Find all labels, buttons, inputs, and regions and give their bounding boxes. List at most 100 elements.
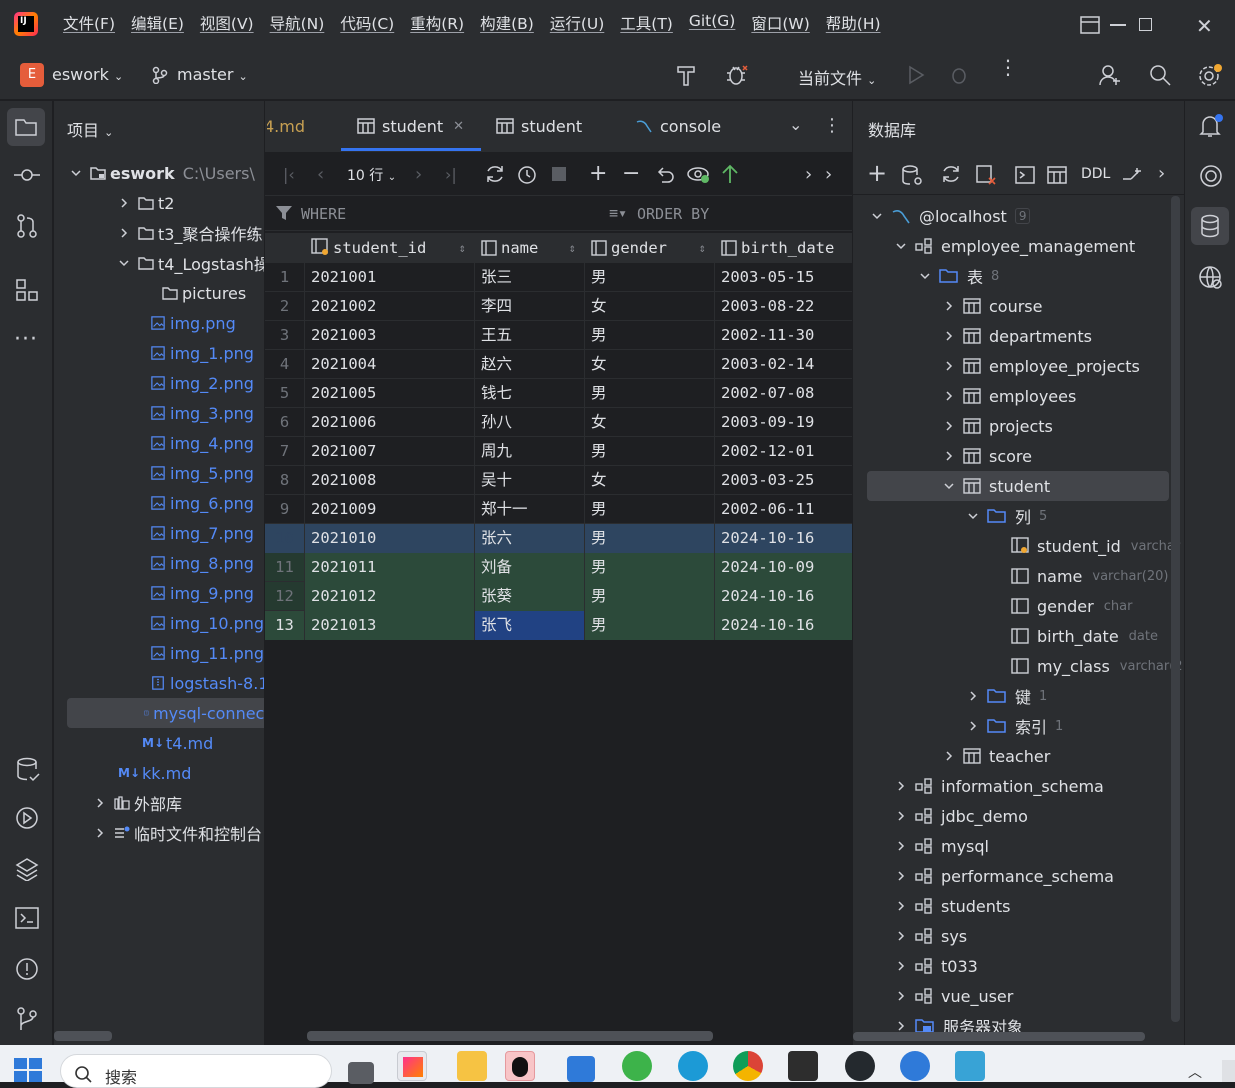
project-tree-item[interactable]: img_6.png [54, 488, 254, 518]
grid-cell[interactable]: 2021010 [305, 524, 475, 553]
column-header[interactable]: student_id ⇕ [305, 233, 475, 262]
menu-item[interactable]: 构建(B) [472, 12, 542, 34]
database-tree-item[interactable]: 索引 1 [853, 711, 1063, 741]
menu-item[interactable]: 窗口(W) [743, 12, 817, 34]
database-tree-item[interactable]: birth_date date [853, 621, 1158, 651]
last-page-icon[interactable]: ›| [445, 165, 457, 184]
project-tree-item[interactable]: logstash-8.15 [54, 668, 264, 698]
grid-cell[interactable]: 男 [585, 263, 715, 292]
column-header[interactable]: birth_date [715, 233, 853, 262]
grid-cell[interactable]: 赵六 [475, 350, 585, 379]
preview-changes-icon[interactable] [687, 164, 711, 184]
table-row[interactable]: 13 2021013 张飞男 2024-10-16 [265, 611, 853, 640]
project-tree-item[interactable]: pictures [54, 278, 246, 308]
git-icon[interactable] [16, 1006, 38, 1032]
prev-icon[interactable]: › [805, 164, 812, 185]
sort-toggle-icon[interactable]: ⇕ [459, 233, 466, 262]
project-tree-item[interactable]: img_7.png [54, 518, 254, 548]
db-horizontal-scrollbar[interactable] [853, 1032, 1145, 1041]
tab-t4-md[interactable]: t4.md [267, 101, 305, 151]
tray-expand-icon[interactable]: ︿ [1188, 1062, 1202, 1082]
database-tree-item[interactable]: projects [853, 411, 1053, 441]
grid-cell[interactable]: 钱七 [475, 379, 585, 408]
database-tool-button[interactable] [1191, 207, 1229, 245]
grid-cell[interactable]: 2024-10-16 [715, 582, 853, 611]
grid-cell[interactable]: 张六 [475, 524, 585, 553]
grid-cell[interactable]: 周九 [475, 437, 585, 466]
project-tree-item[interactable]: img_4.png [54, 428, 254, 458]
grid-cell[interactable]: 2003-09-19 [715, 408, 853, 437]
grid-cell[interactable]: 2021002 [305, 292, 475, 321]
table-row[interactable]: 9 2021009 郑十一男 2002-06-11 [265, 495, 853, 524]
tab-student[interactable]: student [496, 101, 582, 151]
database-tree-item[interactable]: teacher [853, 741, 1050, 771]
database-tree-item[interactable]: t033 [853, 951, 978, 981]
grid-cell[interactable]: 2021005 [305, 379, 475, 408]
grid-cell[interactable]: 男 [585, 582, 715, 611]
database-tree-item[interactable]: information_schema [853, 771, 1104, 801]
refresh-db-icon[interactable] [941, 164, 961, 184]
windows-start-icon[interactable] [14, 1058, 42, 1082]
grid-cell[interactable]: 2021009 [305, 495, 475, 524]
where-input[interactable]: WHERE [301, 205, 346, 223]
database-tree-item[interactable]: sys [853, 921, 967, 951]
settings-gear-icon[interactable] [1197, 63, 1223, 89]
grid-cell[interactable]: 2002-06-11 [715, 495, 853, 524]
tray-icon[interactable] [1222, 1060, 1235, 1082]
project-tree-item[interactable]: mysql-connector [67, 698, 264, 728]
grid-cell[interactable]: 2021004 [305, 350, 475, 379]
project-tree-item[interactable]: img_10.png [54, 608, 264, 638]
disconnect-icon[interactable] [975, 164, 997, 186]
database-changes-icon[interactable] [16, 757, 40, 783]
grid-cell[interactable]: 女 [585, 408, 715, 437]
grid-cell[interactable]: 2021006 [305, 408, 475, 437]
database-tree-item[interactable]: 键1 [853, 681, 1047, 711]
datasource-properties-icon[interactable] [901, 164, 923, 186]
file-explorer-icon[interactable] [457, 1051, 487, 1081]
database-tree-item[interactable]: vue_user [853, 981, 1013, 1011]
menu-item[interactable]: 代码(C) [332, 12, 402, 34]
terminal-taskbar-icon[interactable] [788, 1051, 818, 1081]
project-tree-item[interactable]: 临时文件和控制台 [54, 818, 262, 848]
database-tree-item[interactable]: student_id varchar [853, 531, 1180, 561]
grid-cell[interactable]: 李四 [475, 292, 585, 321]
submit-icon[interactable] [721, 163, 739, 185]
table-row[interactable]: 4 2021004 赵六女 2003-02-14 [265, 350, 853, 379]
run-config-selector[interactable]: 当前文件 ⌄ [798, 65, 876, 89]
layers-icon[interactable] [15, 857, 39, 881]
project-tree-item[interactable]: img_9.png [54, 578, 254, 608]
add-datasource-icon[interactable]: + [867, 159, 887, 187]
project-tree-item[interactable]: M↓ kk.md [54, 758, 191, 788]
database-tree-item[interactable]: students [853, 891, 1011, 921]
database-tree-item[interactable]: score [853, 441, 1032, 471]
grid-cell[interactable]: 吴十 [475, 466, 585, 495]
project-root[interactable]: eswork C:\Users\ [70, 158, 255, 188]
chrome-icon[interactable] [733, 1051, 763, 1081]
grid-cell[interactable]: 2021008 [305, 466, 475, 495]
close-button[interactable]: ✕ [1196, 14, 1213, 38]
close-tab-icon[interactable]: ✕ [453, 119, 464, 134]
database-tree-item[interactable]: course [853, 291, 1042, 321]
github-icon[interactable] [845, 1051, 875, 1081]
notifications-icon[interactable] [1198, 113, 1224, 139]
project-tree-item[interactable]: img_2.png [54, 368, 254, 398]
more-vertical-icon[interactable]: ⋮ [998, 57, 1018, 77]
grid-cell[interactable]: 女 [585, 466, 715, 495]
query-console-icon[interactable] [1015, 166, 1035, 184]
grid-horizontal-scrollbar[interactable] [307, 1031, 713, 1041]
table-view-icon[interactable] [1047, 166, 1067, 184]
grid-cell[interactable]: 2021001 [305, 263, 475, 292]
grid-cell[interactable]: 2002-11-30 [715, 321, 853, 350]
notes-icon[interactable] [955, 1051, 985, 1081]
database-tree-item[interactable]: student [867, 471, 1169, 501]
table-row[interactable]: 7 2021007 周九男 2002-12-01 [265, 437, 853, 466]
database-tree-item[interactable]: departments [853, 321, 1092, 351]
menu-item[interactable]: 视图(V) [192, 12, 262, 34]
stop-icon[interactable] [552, 167, 566, 181]
grid-cell[interactable]: 2021013 [305, 611, 475, 640]
column-header[interactable]: gender ⇕ [585, 233, 715, 262]
database-tree-item[interactable]: @localhost 9 [853, 201, 1031, 231]
project-tool-button[interactable] [7, 108, 45, 146]
grid-cell[interactable]: 男 [585, 524, 715, 553]
table-row[interactable]: 11 2021011 刘备男 2024-10-09 [265, 553, 853, 582]
